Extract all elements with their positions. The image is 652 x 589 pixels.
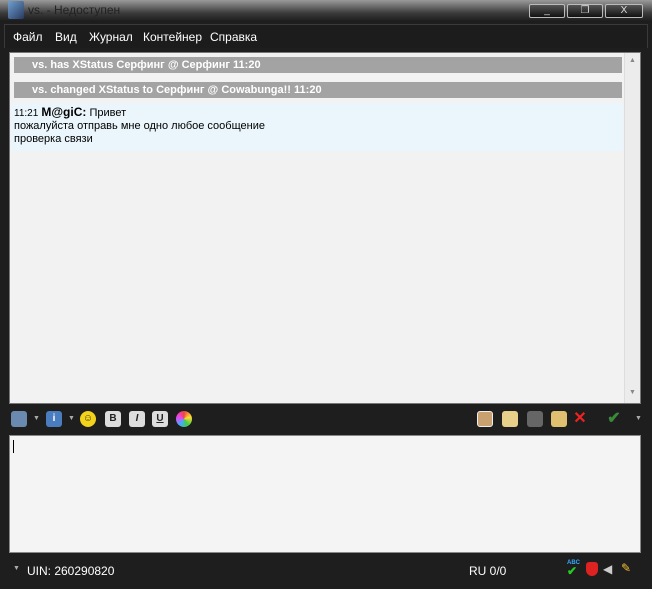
chevron-down-icon[interactable]: ▼: [635, 415, 642, 422]
menu-help[interactable]: Справка: [210, 30, 257, 44]
chat-log: vs. has XStatus Серфинг @ Серфинг 11:20 …: [9, 52, 641, 404]
language-counter: RU 0/0: [469, 564, 507, 578]
menu-view[interactable]: Вид: [55, 30, 77, 44]
alert-icon[interactable]: [551, 411, 567, 427]
typing-pencil-icon[interactable]: ✎: [621, 561, 631, 575]
avatar-icon[interactable]: [477, 411, 493, 427]
message-input[interactable]: [9, 435, 641, 553]
copy-icon[interactable]: [527, 411, 543, 427]
underline-button[interactable]: U: [152, 411, 168, 427]
message-time: 11:21: [14, 108, 39, 119]
scrollbar[interactable]: ▲ ▼: [624, 53, 640, 403]
chevron-down-icon[interactable]: ▼: [33, 415, 40, 422]
text-caret: [13, 440, 14, 453]
status-menu-icon[interactable]: ▼: [13, 565, 20, 572]
message-sender: M@giC:: [41, 105, 87, 119]
sound-icon[interactable]: ◀: [603, 562, 612, 576]
message: 11:21 M@giC: Привет пожалуйста отправь м…: [11, 103, 623, 151]
spellcheck-icon[interactable]: ABC ✔: [567, 560, 580, 577]
scroll-down-icon[interactable]: ▼: [629, 389, 636, 396]
message-line: Привет: [89, 107, 127, 119]
italic-button[interactable]: I: [129, 411, 145, 427]
scroll-up-icon[interactable]: ▲: [629, 57, 636, 64]
message-line: пожалуйста отправь мне одно любое сообще…: [14, 120, 265, 132]
app-icon: [8, 1, 24, 19]
send-check-icon[interactable]: ✔: [606, 411, 622, 427]
history-search-icon[interactable]: [502, 411, 518, 427]
menu-container[interactable]: Контейнер: [143, 30, 202, 44]
maximize-button[interactable]: ❐: [567, 4, 603, 18]
menu-file[interactable]: Файл: [13, 30, 43, 44]
security-shield-icon[interactable]: [586, 562, 598, 576]
xstatus-event: vs. has XStatus Серфинг @ Серфинг 11:20: [14, 57, 622, 73]
minimize-button[interactable]: _: [529, 4, 565, 18]
user-info-icon[interactable]: i: [46, 411, 62, 427]
chevron-down-icon[interactable]: ▼: [68, 415, 75, 422]
title-bar: vs. - Недоступен _ ❐ X: [0, 0, 652, 22]
close-button[interactable]: X: [605, 4, 643, 18]
uin-label: UIN: 260290820: [27, 564, 115, 578]
message-line: проверка связи: [14, 133, 93, 145]
contact-menu-icon[interactable]: [11, 411, 27, 427]
smiley-icon[interactable]: ☺: [80, 411, 96, 427]
close-tab-icon[interactable]: ✕: [572, 411, 588, 427]
window-title: vs. - Недоступен: [28, 3, 121, 17]
menu-bar: Файл Вид Журнал Контейнер Справка: [4, 24, 648, 48]
status-bar: ▼ UIN: 260290820 RU 0/0 ABC ✔ ◀ ✎: [0, 558, 652, 584]
toolbar: ▼ i ▼ ☺ B I U ✕ ✔ ▼: [0, 405, 652, 433]
color-picker-icon[interactable]: [176, 411, 192, 427]
xstatus-event: vs. changed XStatus to Серфинг @ Cowabun…: [14, 82, 622, 98]
menu-history[interactable]: Журнал: [89, 30, 133, 44]
bold-button[interactable]: B: [105, 411, 121, 427]
